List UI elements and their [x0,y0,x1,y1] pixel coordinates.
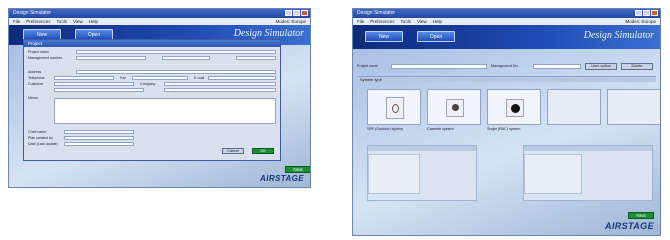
telephone-input[interactable] [54,76,114,80]
revision-input[interactable] [236,56,276,60]
tile-caption-vrf: VRF (Outdoor) system [367,127,403,131]
management-date-input[interactable] [162,56,210,60]
window-title: Design Simulator [13,10,52,16]
minimize-icon[interactable] [635,10,642,16]
project-name-input[interactable] [391,64,487,69]
menu-file[interactable]: File [13,19,20,24]
modes-indicator: Modes: Europe [625,19,656,24]
management-input[interactable] [533,64,581,69]
next-button[interactable]: Next [628,212,654,219]
address-input[interactable] [76,70,276,74]
single-split-icon [506,99,524,117]
menu-bar: File Preferences Tools View Help Modes: … [9,18,310,25]
menu-help[interactable]: Help [433,19,442,24]
field-plan-created-by: Plan created by [28,136,53,140]
window-controls [635,10,658,16]
menu-bar: File Preferences Tools View Help Modes: … [353,18,660,25]
ok-button[interactable]: OK [252,148,274,154]
left-preview-box [368,154,420,194]
plan-created-by-input[interactable] [64,136,134,140]
right-detail-panel [523,145,653,201]
window-titlebar: Design Simulator [353,9,660,18]
menu-preferences[interactable]: Preferences [370,19,394,24]
system-tile-single[interactable] [487,89,541,125]
next-button[interactable]: Next [285,166,310,173]
project-name-row: Project name [357,64,379,68]
outdoor-unit-icon [386,97,404,119]
menu-tools[interactable]: Tools [57,19,68,24]
maximize-icon[interactable] [293,10,300,16]
left-detail-panel [367,145,477,201]
field-chief-name: Chief name [28,130,47,134]
field-management-number: Management number [28,56,63,60]
field-memo: Memo [28,96,38,100]
management-row: Management No. [491,64,519,68]
field-fax: Fax [120,76,126,80]
indoor-unit-icon [446,99,464,117]
extra-field-1[interactable] [54,88,144,92]
menu-view[interactable]: View [73,19,83,24]
open-button[interactable]: Open [417,31,455,42]
customer-input[interactable] [54,82,134,86]
project-dialog: Project Project name Management number A… [23,39,281,161]
user-option-button[interactable]: User option [585,63,617,70]
close-icon[interactable] [301,10,308,16]
menu-help[interactable]: Help [89,19,98,24]
minimize-icon[interactable] [285,10,292,16]
project-name-input[interactable] [76,50,276,54]
tile-caption-single: Single (RAC) system [487,127,521,131]
company-input[interactable] [164,82,276,86]
new-button[interactable]: New [365,31,403,42]
tile-caption-cassette: Cassette system [427,127,454,131]
right-panel-header [524,146,652,151]
menu-view[interactable]: View [417,19,427,24]
field-date-last-update: Date (Last update) [28,142,58,146]
menu-tools[interactable]: Tools [401,19,412,24]
airstage-logo: AIRSTAGE [604,221,654,231]
memo-textarea[interactable] [54,98,276,124]
right-preview-box [524,154,582,194]
menu-file[interactable]: File [357,19,364,24]
dialog-title: Project [24,40,280,47]
design-simulator-logo: Design Simulator [233,28,304,39]
left-panel-header [368,146,476,151]
app-header: New Open Design Simulator [353,25,660,49]
date-last-update-input[interactable] [64,142,134,146]
delete-button[interactable]: Delete [621,63,653,70]
window-titlebar: Design Simulator [9,9,310,18]
system-tile-empty-1[interactable] [547,89,601,125]
menu-preferences[interactable]: Preferences [26,19,50,24]
design-simulator-logo: Design Simulator [583,30,654,41]
system-tile-empty-2[interactable] [607,89,660,125]
fax-input[interactable] [132,76,188,80]
field-company: Company [140,82,156,86]
email-input[interactable] [208,76,276,80]
maximize-icon[interactable] [643,10,650,16]
field-project-name: Project name [28,50,50,54]
modes-indicator: Modes: Europe [275,19,306,24]
main-area: Project name Management No. User option … [353,49,660,235]
close-icon[interactable] [651,10,658,16]
field-email: E-mail [194,76,205,80]
cancel-button[interactable]: Cancel [222,148,244,154]
airstage-logo: AIRSTAGE [260,174,304,183]
field-customer: Customer [28,82,44,86]
extra-field-2[interactable] [164,88,276,92]
window-title: Design Simulator [357,10,396,16]
system-type-header: System type [357,76,656,82]
project-dialog-screen: Design Simulator File Preferences Tools … [8,8,311,188]
window-controls [285,10,308,16]
management-number-input[interactable] [76,56,146,60]
system-selection-screen: Design Simulator File Preferences Tools … [352,8,661,236]
field-telephone: Telephone [28,76,45,80]
chief-name-input[interactable] [64,130,134,134]
field-address: Address [28,70,42,74]
system-tile-cassette[interactable] [427,89,481,125]
system-tile-vrf[interactable] [367,89,421,125]
